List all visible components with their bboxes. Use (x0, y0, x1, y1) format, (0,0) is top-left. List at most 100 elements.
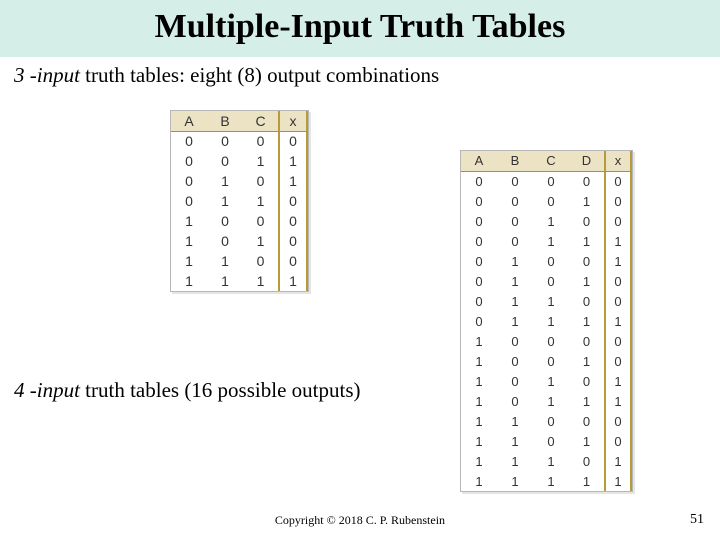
table-cell: 0 (461, 231, 497, 251)
table-cell: 0 (461, 251, 497, 271)
table-row: 0011 (171, 151, 307, 171)
table-cell: 0 (533, 351, 569, 371)
table-cell: 0 (605, 351, 631, 371)
table-cell: 0 (171, 191, 207, 211)
table-cell: 1 (207, 191, 243, 211)
table-cell: 0 (569, 211, 605, 231)
col-header-C: C (243, 111, 279, 131)
table-cell: 1 (605, 451, 631, 471)
table-cell: 0 (207, 131, 243, 151)
table-row: 0000 (171, 131, 307, 151)
table-cell: 0 (279, 251, 307, 271)
table-cell: 0 (461, 311, 497, 331)
table-cell: 0 (569, 451, 605, 471)
table-cell: 1 (605, 391, 631, 411)
table-row: 1000 (171, 211, 307, 231)
table-cell: 0 (533, 331, 569, 351)
table-cell: 0 (243, 131, 279, 151)
table-cell: 0 (533, 411, 569, 431)
table-cell: 1 (171, 271, 207, 291)
table-cell: 1 (243, 151, 279, 171)
table-cell: 0 (461, 191, 497, 211)
table-row: 11101 (461, 451, 631, 471)
table-cell: 1 (533, 211, 569, 231)
table-row: 10010 (461, 351, 631, 371)
table-cell: 0 (569, 411, 605, 431)
table-cell: 1 (605, 471, 631, 491)
table-cell: 1 (279, 271, 307, 291)
col-header-C: C (533, 151, 569, 171)
col-header-B: B (497, 151, 533, 171)
subtitle-3input-lead: 3 -input (14, 63, 80, 87)
table-cell: 1 (497, 271, 533, 291)
table-cell: 0 (497, 391, 533, 411)
table-cell: 0 (605, 191, 631, 211)
table-cell: 0 (533, 171, 569, 191)
table-row: 00010 (461, 191, 631, 211)
table-cell: 0 (497, 211, 533, 231)
table-cell: 1 (533, 391, 569, 411)
table-cell: 1 (605, 311, 631, 331)
table-cell: 0 (461, 291, 497, 311)
table-cell: 0 (243, 211, 279, 231)
table-cell: 1 (207, 171, 243, 191)
table-cell: 1 (533, 371, 569, 391)
table-cell: 1 (569, 191, 605, 211)
table-cell: 1 (605, 231, 631, 251)
table-row: 0101 (171, 171, 307, 191)
slide-title: Multiple-Input Truth Tables (0, 8, 720, 46)
table-cell: 1 (569, 431, 605, 451)
table-cell: 1 (171, 231, 207, 251)
table-cell: 1 (497, 291, 533, 311)
table-cell: 0 (569, 331, 605, 351)
table-cell: 1 (497, 471, 533, 491)
table-cell: 0 (605, 331, 631, 351)
table-cell: 0 (533, 191, 569, 211)
table-cell: 0 (171, 131, 207, 151)
table-cell: 1 (243, 271, 279, 291)
copyright-footer: Copyright © 2018 C. P. Rubenstein (0, 513, 720, 528)
truth-table-3input: A B C x 00000011010101101000101011001111 (170, 110, 309, 292)
table-cell: 1 (461, 471, 497, 491)
table-header-row: A B C D x (461, 151, 631, 171)
table-cell: 0 (569, 251, 605, 271)
table-cell: 0 (279, 211, 307, 231)
table-cell: 0 (207, 211, 243, 231)
truth-table-3input-table: A B C x 00000011010101101000101011001111 (171, 111, 308, 291)
table-cell: 0 (171, 171, 207, 191)
col-header-B: B (207, 111, 243, 131)
table-cell: 1 (461, 391, 497, 411)
table-cell: 0 (461, 171, 497, 191)
table-cell: 1 (533, 311, 569, 331)
table-cell: 0 (605, 271, 631, 291)
table-row: 00100 (461, 211, 631, 231)
table-cell: 1 (497, 411, 533, 431)
table-row: 0110 (171, 191, 307, 211)
table-cell: 0 (279, 231, 307, 251)
table-cell: 0 (533, 251, 569, 271)
table-cell: 0 (569, 171, 605, 191)
table-cell: 1 (533, 231, 569, 251)
table-cell: 1 (461, 451, 497, 471)
subtitle-4input-lead: 4 -input (14, 378, 80, 402)
table-cell: 1 (171, 211, 207, 231)
table-row: 10111 (461, 391, 631, 411)
col-header-A: A (461, 151, 497, 171)
table-cell: 1 (569, 471, 605, 491)
table-cell: 1 (171, 251, 207, 271)
table-cell: 1 (497, 311, 533, 331)
table-cell: 0 (497, 191, 533, 211)
table-cell: 0 (279, 191, 307, 211)
table-cell: 1 (243, 231, 279, 251)
table-cell: 1 (605, 371, 631, 391)
table-cell: 0 (497, 331, 533, 351)
table-cell: 0 (207, 231, 243, 251)
table-cell: 1 (207, 251, 243, 271)
table-cell: 1 (533, 451, 569, 471)
truth-table-4input: A B C D x 000000001000100001110100101010… (460, 150, 633, 492)
table-cell: 1 (533, 291, 569, 311)
table-cell: 1 (461, 431, 497, 451)
title-band: Multiple-Input Truth Tables (0, 0, 720, 57)
subtitle-3input: 3 -input truth tables: eight (8) output … (14, 63, 706, 88)
table-cell: 0 (497, 371, 533, 391)
